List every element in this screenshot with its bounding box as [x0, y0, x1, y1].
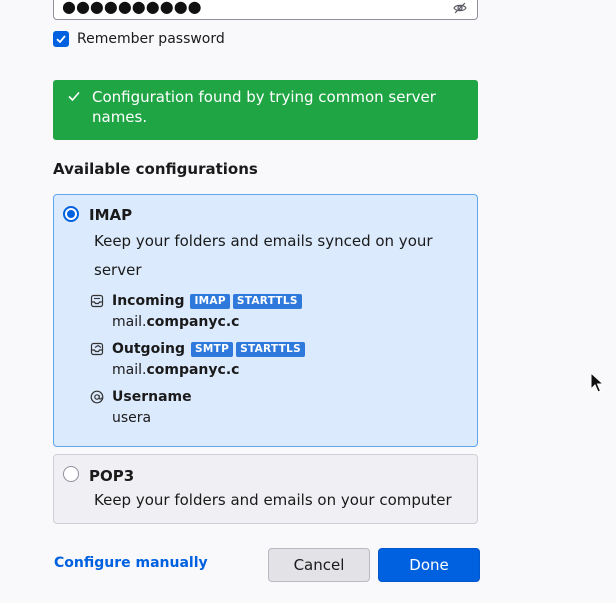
outbox-icon: [90, 342, 104, 356]
incoming-host-domain: companyc.c: [146, 314, 240, 330]
imap-title: IMAP: [89, 206, 133, 224]
pop3-description: Keep your folders and emails on your com…: [94, 491, 452, 509]
outgoing-label: Outgoing: [112, 341, 185, 357]
inbox-icon: [90, 294, 104, 308]
incoming-label: Incoming: [112, 293, 185, 309]
incoming-host: mail.companyc.c: [112, 314, 239, 330]
pop3-radio[interactable]: [63, 466, 79, 482]
cancel-button[interactable]: Cancel: [268, 548, 370, 582]
outgoing-protocol-badge: SMTP: [191, 341, 234, 357]
mouse-pointer-icon: [590, 372, 604, 393]
outgoing-host-prefix: mail.: [112, 362, 147, 378]
incoming-row: Incoming IMAP STARTTLS: [90, 291, 302, 311]
remember-password-row[interactable]: Remember password: [53, 30, 225, 48]
success-banner: Configuration found by trying common ser…: [53, 80, 478, 140]
username-label: Username: [112, 389, 192, 405]
success-message: Configuration found by trying common ser…: [92, 88, 436, 126]
outgoing-host-domain: companyc.c: [146, 362, 240, 378]
outgoing-security-badge: STARTTLS: [236, 341, 305, 357]
incoming-security-badge: STARTTLS: [232, 293, 302, 309]
remember-password-label: Remember password: [77, 31, 225, 47]
outgoing-row: Outgoing SMTP STARTTLS: [90, 339, 305, 359]
username-value: usera: [112, 410, 152, 426]
check-icon: [68, 91, 80, 102]
config-option-pop3[interactable]: POP3 Keep your folders and emails on you…: [53, 454, 478, 524]
eye-slash-icon[interactable]: [453, 1, 467, 15]
available-configurations-heading: Available configurations: [53, 160, 258, 178]
remember-password-checkbox[interactable]: [53, 31, 69, 47]
password-dots: ●●●●●●●●●●: [62, 0, 202, 16]
configure-manually-link[interactable]: Configure manually: [54, 555, 208, 571]
at-sign-icon: [90, 390, 104, 404]
pop3-title: POP3: [89, 467, 135, 485]
checkmark-icon: [56, 35, 66, 44]
username-row: Username: [90, 387, 195, 407]
imap-description: Keep your folders and emails synced on y…: [94, 232, 433, 279]
incoming-host-prefix: mail.: [112, 314, 147, 330]
password-field[interactable]: ●●●●●●●●●●: [53, 0, 478, 20]
imap-radio[interactable]: [63, 206, 79, 222]
outgoing-host: mail.companyc.c: [112, 362, 239, 378]
config-option-imap[interactable]: IMAP Keep your folders and emails synced…: [53, 194, 478, 447]
incoming-protocol-badge: IMAP: [190, 293, 230, 309]
done-button[interactable]: Done: [378, 548, 480, 582]
